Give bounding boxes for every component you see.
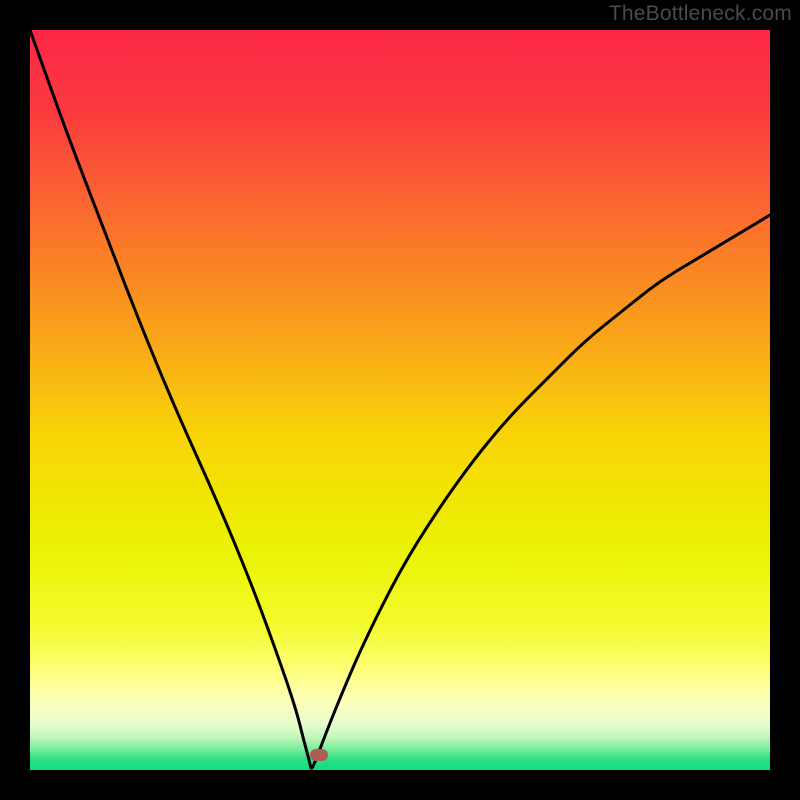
- optimal-point-marker: [310, 749, 328, 761]
- plot-area: [30, 30, 770, 770]
- bottleneck-curve: [30, 30, 770, 770]
- watermark-text: TheBottleneck.com: [609, 2, 792, 26]
- chart-frame: TheBottleneck.com: [0, 0, 800, 800]
